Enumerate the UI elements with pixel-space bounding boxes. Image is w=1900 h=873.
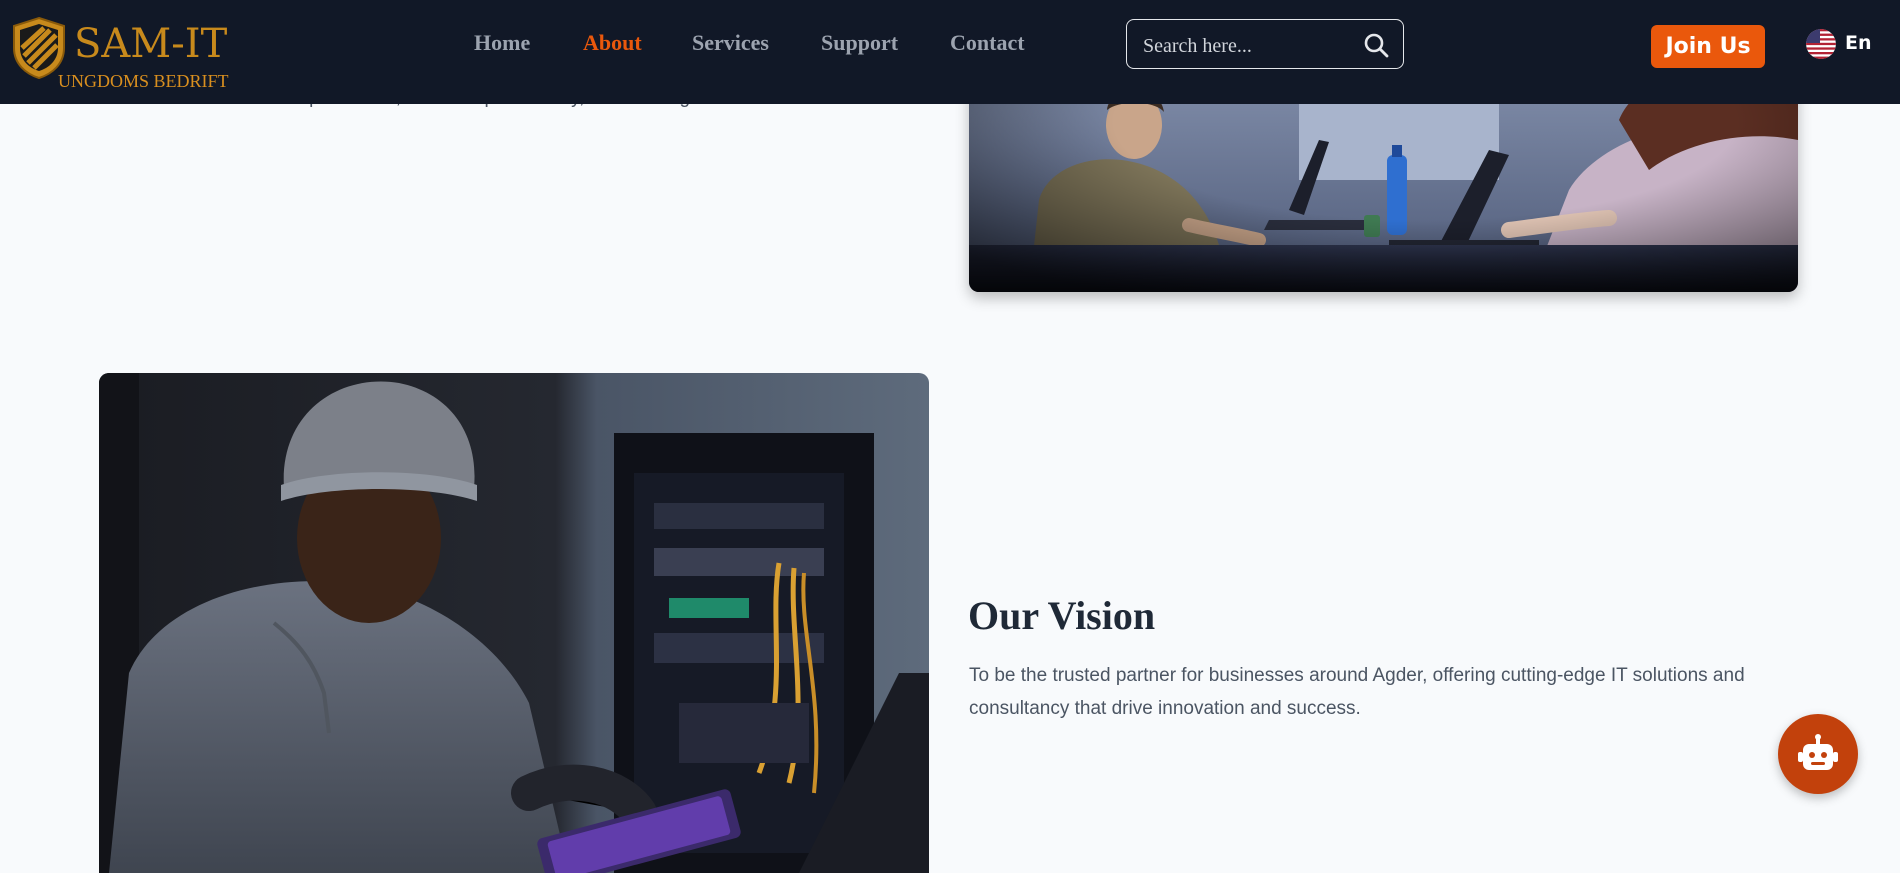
brand-name: SAM-IT (74, 21, 228, 67)
nav-contact[interactable]: Contact (950, 30, 1025, 56)
technician-photo (99, 373, 929, 873)
nav-about[interactable]: About (583, 30, 642, 56)
join-us-button[interactable]: Join Us (1651, 25, 1765, 68)
brand-subtitle: UNGDOMS BEDRIFT (58, 71, 229, 91)
nav-home[interactable]: Home (474, 30, 530, 56)
nav-services[interactable]: Services (692, 30, 769, 56)
search-box (1126, 19, 1404, 69)
nav-support[interactable]: Support (821, 30, 898, 56)
robot-icon (1798, 734, 1838, 770)
search-icon[interactable] (1363, 32, 1389, 58)
vision-text: To be the trusted partner for businesses… (969, 665, 1745, 719)
language-label: En (1845, 32, 1872, 54)
search-input[interactable] (1141, 32, 1355, 60)
chatbot-button[interactable] (1778, 714, 1858, 794)
site-logo[interactable]: SAM-IT UNGDOMS BEDRIFT (10, 16, 240, 96)
vision-heading: Our Vision (968, 593, 1156, 638)
us-flag-icon (1806, 29, 1836, 59)
site-header: SAM-IT UNGDOMS BEDRIFT Home About Servic… (0, 0, 1900, 104)
